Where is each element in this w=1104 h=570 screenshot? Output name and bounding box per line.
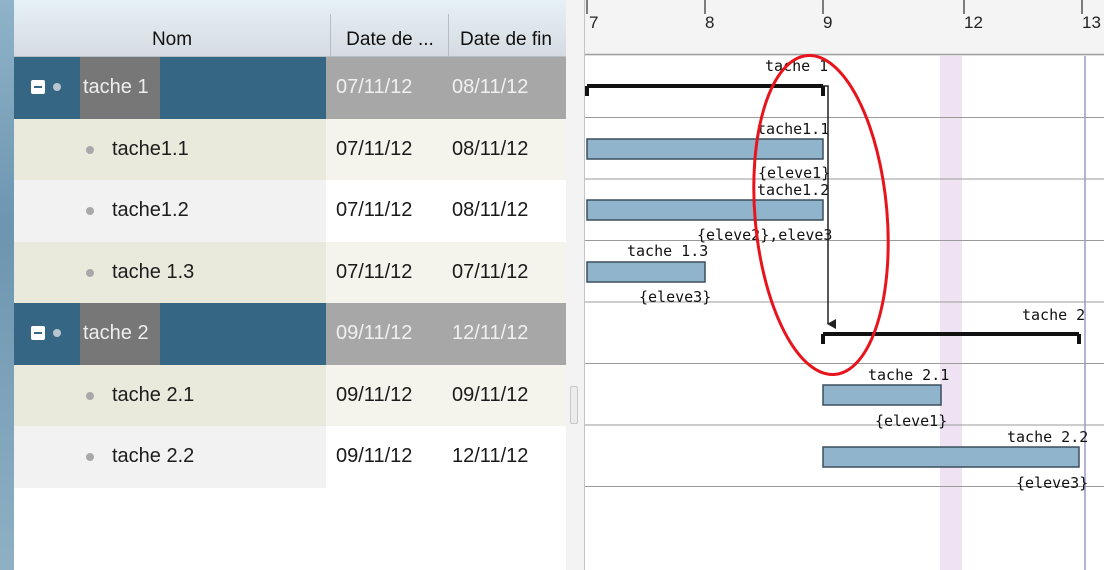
column-header-start-date[interactable]: Date de ... — [332, 0, 448, 56]
task-bullet-icon — [86, 268, 94, 277]
task-name: tache 2.2 — [112, 445, 195, 467]
task-bullet-icon — [86, 145, 94, 154]
name-cell[interactable]: tache1.2 — [14, 180, 326, 242]
task-start-date: 07/11/12 — [336, 260, 413, 283]
gantt-chart: 7 8 9 12 13 tache 1 tache1.1 {eleve1} ta… — [585, 0, 1104, 570]
task-bar-tache-1-3[interactable] — [586, 261, 706, 283]
name-cell[interactable]: tache 1.3 — [14, 241, 326, 303]
name-cell[interactable]: tache1.1 — [14, 118, 326, 180]
timescale-label: 9 — [823, 13, 832, 32]
timescale-header — [585, 0, 1104, 56]
timescale-label: 13 — [1082, 13, 1101, 32]
task-bullet-icon — [86, 453, 94, 461]
bar-resource-label: {eleve3} — [639, 288, 711, 306]
bar-label: tache 2 — [1022, 306, 1085, 324]
task-name: tache 1 — [83, 76, 149, 98]
task-bullet-icon — [86, 391, 94, 400]
name-cell[interactable]: tache 2.1 — [14, 364, 326, 426]
summary-bar-tache-1[interactable] — [585, 84, 825, 96]
timescale-label: 8 — [705, 13, 714, 32]
task-bullet-icon — [53, 83, 61, 91]
task-end-date: 12/11/12 — [452, 322, 529, 344]
name-cell[interactable]: tache 2 — [14, 303, 326, 365]
task-start-date: 09/11/12 — [336, 383, 413, 406]
task-name: tache 1.3 — [112, 260, 195, 283]
bar-resource-label: {eleve2},eleve3 — [697, 226, 832, 244]
task-start-date: 07/11/12 — [336, 76, 413, 98]
timescale-label: 12 — [964, 13, 983, 32]
task-end-date: 08/11/12 — [452, 76, 529, 98]
bar-label: tache 1.3 — [627, 242, 708, 260]
task-start-date: 09/11/12 — [336, 322, 413, 344]
task-name: tache1.2 — [112, 199, 189, 221]
task-row[interactable]: tache 2.2 09/11/12 12/11/12 — [14, 426, 566, 488]
bar-label: tache 2.1 — [868, 366, 949, 384]
task-table-panel: Nom Date de ... Date de fin tache 1 07/1… — [14, 0, 567, 570]
bar-resource-label: {eleve1} — [875, 412, 947, 430]
collapse-icon[interactable] — [31, 326, 45, 340]
table-header: Nom Date de ... Date de fin — [14, 0, 566, 57]
weekend-highlight-column — [940, 56, 962, 570]
task-row[interactable]: tache1.1 07/11/12 08/11/12 — [14, 118, 566, 180]
task-rows: tache 1 07/11/12 08/11/12 tache1.1 07/11… — [14, 57, 566, 488]
name-cell[interactable]: tache 1 — [14, 57, 326, 119]
task-bullet-icon — [86, 207, 94, 215]
task-row-group[interactable]: tache 1 07/11/12 08/11/12 — [14, 57, 566, 119]
task-bar-tache1-1[interactable] — [586, 138, 824, 160]
task-bullet-icon — [53, 329, 61, 337]
pane-splitter[interactable] — [566, 0, 585, 570]
task-name: tache 2.1 — [112, 383, 195, 406]
task-row-group[interactable]: tache 2 09/11/12 12/11/12 — [14, 303, 566, 365]
task-end-date: 08/11/12 — [452, 199, 529, 221]
bar-label: tache1.1 — [757, 120, 829, 138]
task-end-date: 07/11/12 — [452, 260, 529, 283]
task-end-date: 12/11/12 — [452, 445, 529, 467]
task-name: tache1.1 — [112, 137, 189, 160]
task-start-date: 07/11/12 — [336, 199, 413, 221]
task-row[interactable]: tache1.2 07/11/12 08/11/12 — [14, 180, 566, 242]
name-cell[interactable]: tache 2.2 — [14, 426, 326, 488]
task-name: tache 2 — [83, 322, 149, 344]
bar-label: tache 2.2 — [1007, 428, 1088, 446]
task-end-date: 08/11/12 — [452, 137, 529, 160]
window-edge — [0, 0, 14, 570]
timescale-label: 7 — [589, 13, 598, 32]
splitter-handle[interactable] — [570, 386, 578, 424]
bar-label: tache1.2 — [757, 181, 829, 199]
task-row[interactable]: tache 1.3 07/11/12 07/11/12 — [14, 241, 566, 303]
task-end-date: 09/11/12 — [452, 383, 529, 406]
column-header-end-date[interactable]: Date de fin — [448, 0, 564, 56]
task-bar-tache-2-2[interactable] — [822, 446, 1080, 468]
bar-resource-label: {eleve1} — [758, 164, 830, 182]
gantt-chart-panel: 7 8 9 12 13 tache 1 tache1.1 {eleve1} ta… — [585, 0, 1104, 570]
column-header-name[interactable]: Nom — [14, 0, 330, 56]
task-start-date: 07/11/12 — [336, 137, 413, 160]
task-bar-tache1-2[interactable] — [586, 199, 824, 221]
task-row[interactable]: tache 2.1 09/11/12 09/11/12 — [14, 364, 566, 426]
task-start-date: 09/11/12 — [336, 445, 413, 467]
bar-resource-label: {eleve3} — [1016, 474, 1088, 492]
task-bar-tache-2-1[interactable] — [822, 384, 942, 406]
collapse-icon[interactable] — [31, 80, 45, 94]
column-divider[interactable] — [330, 14, 331, 56]
